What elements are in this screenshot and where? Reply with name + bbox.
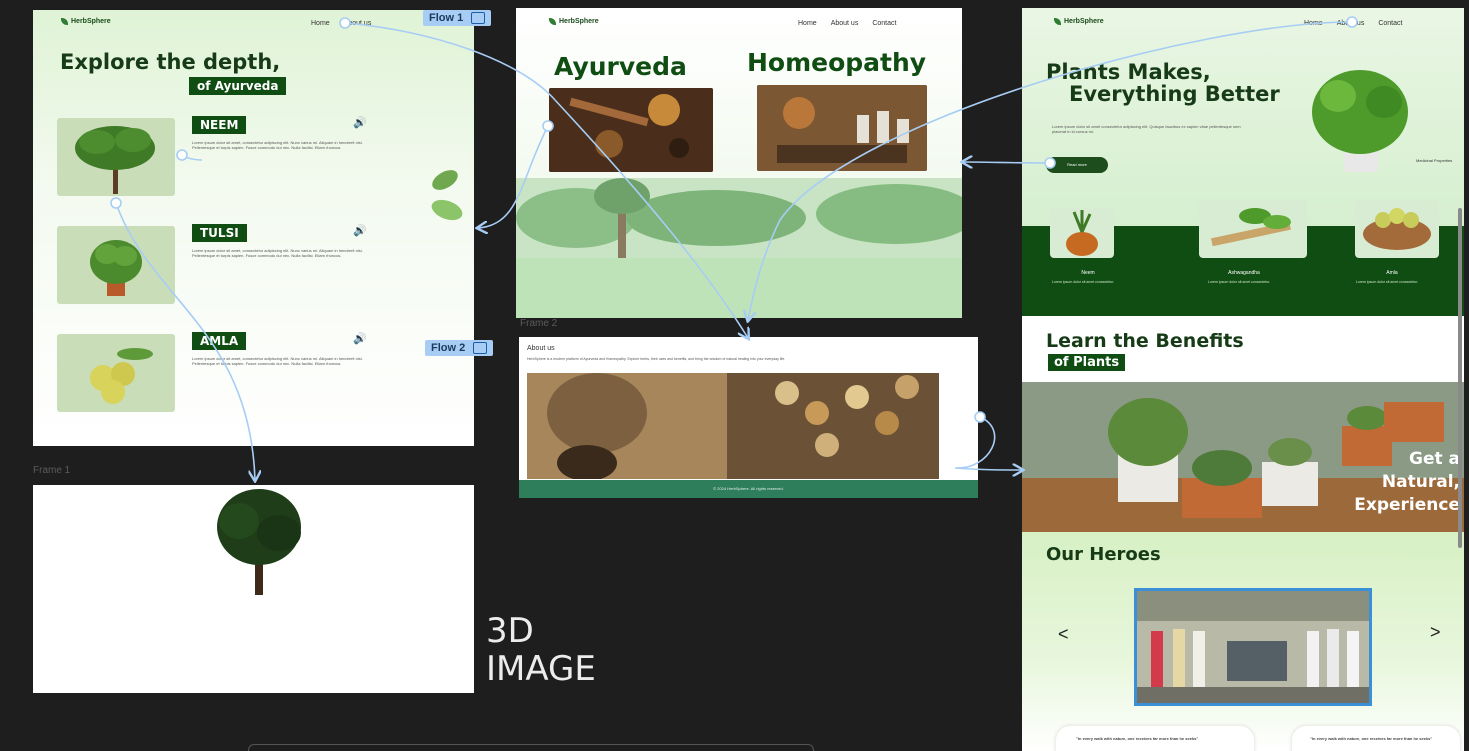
title-homeopathy[interactable]: Homeopathy xyxy=(747,48,926,77)
overlay-text: Get a Natural, Experience xyxy=(1354,449,1460,515)
forest-background xyxy=(516,178,962,318)
hero-text: Lorem ipsum dolor sit amet consectetur a… xyxy=(1052,124,1241,134)
herb-description-neem: Lorem ipsum dolor sit amet, consectetur … xyxy=(192,140,363,150)
top-nav: Home About us xyxy=(311,20,371,27)
nav-home[interactable]: Home xyxy=(1304,20,1323,27)
nav-about[interactable]: About us xyxy=(1337,20,1365,27)
page-subheading: of Ayurveda xyxy=(189,77,287,95)
testimonial-quote: "In every walk with nature, one receives… xyxy=(1310,736,1433,741)
play-frame-icon[interactable] xyxy=(473,342,488,354)
herb-label-neem: NEEM xyxy=(192,116,247,134)
card-title-amla: Amla xyxy=(1386,270,1398,276)
canvas-3d-text: 3D IMAGE xyxy=(486,611,596,689)
learn-title-line2: of Plants xyxy=(1048,354,1126,371)
heroes-title: Our Heroes xyxy=(1046,544,1161,565)
plant-card-neem[interactable] xyxy=(1050,208,1114,258)
amla-bowl-image xyxy=(1363,208,1431,250)
about-text: HerbSphere is a modern platform of Ayurv… xyxy=(527,357,786,361)
hero-title-line1: Plants Makes, xyxy=(1046,60,1211,84)
ashwagandha-image xyxy=(1211,208,1291,247)
frame-1-label[interactable]: Frame 1 xyxy=(33,465,70,476)
3d-image-frame[interactable] xyxy=(33,485,474,693)
title-ayurveda[interactable]: Ayurveda xyxy=(554,52,687,81)
homeopathy-image[interactable] xyxy=(757,85,927,171)
card-title-ashwagandha: Ashwagandha xyxy=(1228,270,1260,276)
herb-label-tulsi: TULSI xyxy=(192,224,247,242)
plant-card-amla[interactable] xyxy=(1355,200,1439,258)
nav-contact[interactable]: Contact xyxy=(872,20,896,27)
herb-label-amla: AMLA xyxy=(192,332,247,350)
speaker-icon[interactable]: 🔊 xyxy=(353,224,367,237)
frame-2-label[interactable]: Frame 2 xyxy=(520,318,557,329)
logo[interactable]: HerbSphere xyxy=(549,18,599,25)
flow-1-tag[interactable]: Flow 1 xyxy=(423,10,492,26)
leaf-icon xyxy=(549,18,556,25)
herb-description-tulsi: Lorem ipsum dolor sit amet, consectetur … xyxy=(192,248,363,258)
tulsi-thumbnail xyxy=(57,226,175,304)
carousel-next-button[interactable]: > xyxy=(1430,622,1441,643)
speaker-icon[interactable]: 🔊 xyxy=(353,116,367,129)
bottom-bar-outline xyxy=(248,744,814,751)
hero-title-line2: Everything Better xyxy=(1069,82,1280,106)
leaf-icon xyxy=(61,18,68,25)
carousel-prev-button[interactable]: < xyxy=(1058,624,1069,645)
card-text-amla: Lorem ipsum dolor sit amet consectetur. xyxy=(1356,280,1419,284)
neem-pot-image xyxy=(1066,210,1098,256)
logo[interactable]: HerbSphere xyxy=(1054,18,1104,25)
heroes-photo[interactable] xyxy=(1134,588,1372,706)
site-footer: © 2024 HerbSphere. All rights reserved. xyxy=(519,480,978,498)
nav-about[interactable]: About us xyxy=(344,20,372,27)
nav-contact[interactable]: Contact xyxy=(1378,20,1402,27)
neem-thumbnail xyxy=(57,118,175,196)
card-text-ashwagandha: Lorem ipsum dolor sit amet consectetur. xyxy=(1208,280,1271,284)
card-title-neem: Neem xyxy=(1081,270,1095,276)
frame-right[interactable]: HerbSphere Home About us Contact Plants … xyxy=(1022,8,1464,751)
page-heading: Explore the depth, xyxy=(60,50,281,74)
herb-description-amla: Lorem ipsum dolor sit amet, consectetur … xyxy=(192,356,363,366)
testimonial-card: "In every walk with nature, one receives… xyxy=(1292,726,1460,751)
nav-about[interactable]: About us xyxy=(831,20,859,27)
nav-home[interactable]: Home xyxy=(798,20,817,27)
play-frame-icon[interactable] xyxy=(471,12,486,24)
design-canvas: HerbSphere Home About us Explore the dep… xyxy=(0,0,1469,751)
ayurveda-image[interactable] xyxy=(549,88,713,172)
scrollbar[interactable] xyxy=(1458,208,1462,548)
amla-thumbnail xyxy=(57,334,175,412)
top-nav: Home About us Contact xyxy=(798,20,896,27)
about-heading: About us xyxy=(527,345,555,352)
frame-2[interactable]: About us HerbSphere is a modern platform… xyxy=(519,337,978,498)
testimonial-card: "In every walk with nature, one receives… xyxy=(1056,726,1254,751)
read-more-button[interactable]: Read more xyxy=(1046,157,1108,173)
frame-center[interactable]: HerbSphere Home About us Contact Ayurved… xyxy=(516,8,962,318)
hero-section: HerbSphere Home About us Contact Plants … xyxy=(1022,8,1464,228)
card-text-neem: Lorem ipsum dolor sit amet consectetur. xyxy=(1052,280,1115,284)
nav-home[interactable]: Home xyxy=(311,20,330,27)
decorative-leaves xyxy=(425,160,465,230)
flow-2-tag[interactable]: Flow 2 xyxy=(425,340,494,356)
hero-plant-image xyxy=(1298,46,1418,176)
tree-3d-image xyxy=(217,489,301,595)
top-nav: Home About us Contact xyxy=(1304,20,1402,27)
frame-1[interactable]: HerbSphere Home About us Explore the dep… xyxy=(33,10,474,446)
plant-card-ashwagandha[interactable] xyxy=(1199,200,1307,258)
leaf-icon xyxy=(1054,18,1061,25)
plant-caption: Medicinal Properties xyxy=(1416,158,1453,163)
logo[interactable]: HerbSphere xyxy=(61,18,111,25)
testimonial-quote: "In every walk with nature, one receives… xyxy=(1076,736,1199,741)
speaker-icon[interactable]: 🔊 xyxy=(353,332,367,345)
about-image xyxy=(527,373,939,479)
learn-title-line1: Learn the Benefits xyxy=(1046,330,1244,352)
